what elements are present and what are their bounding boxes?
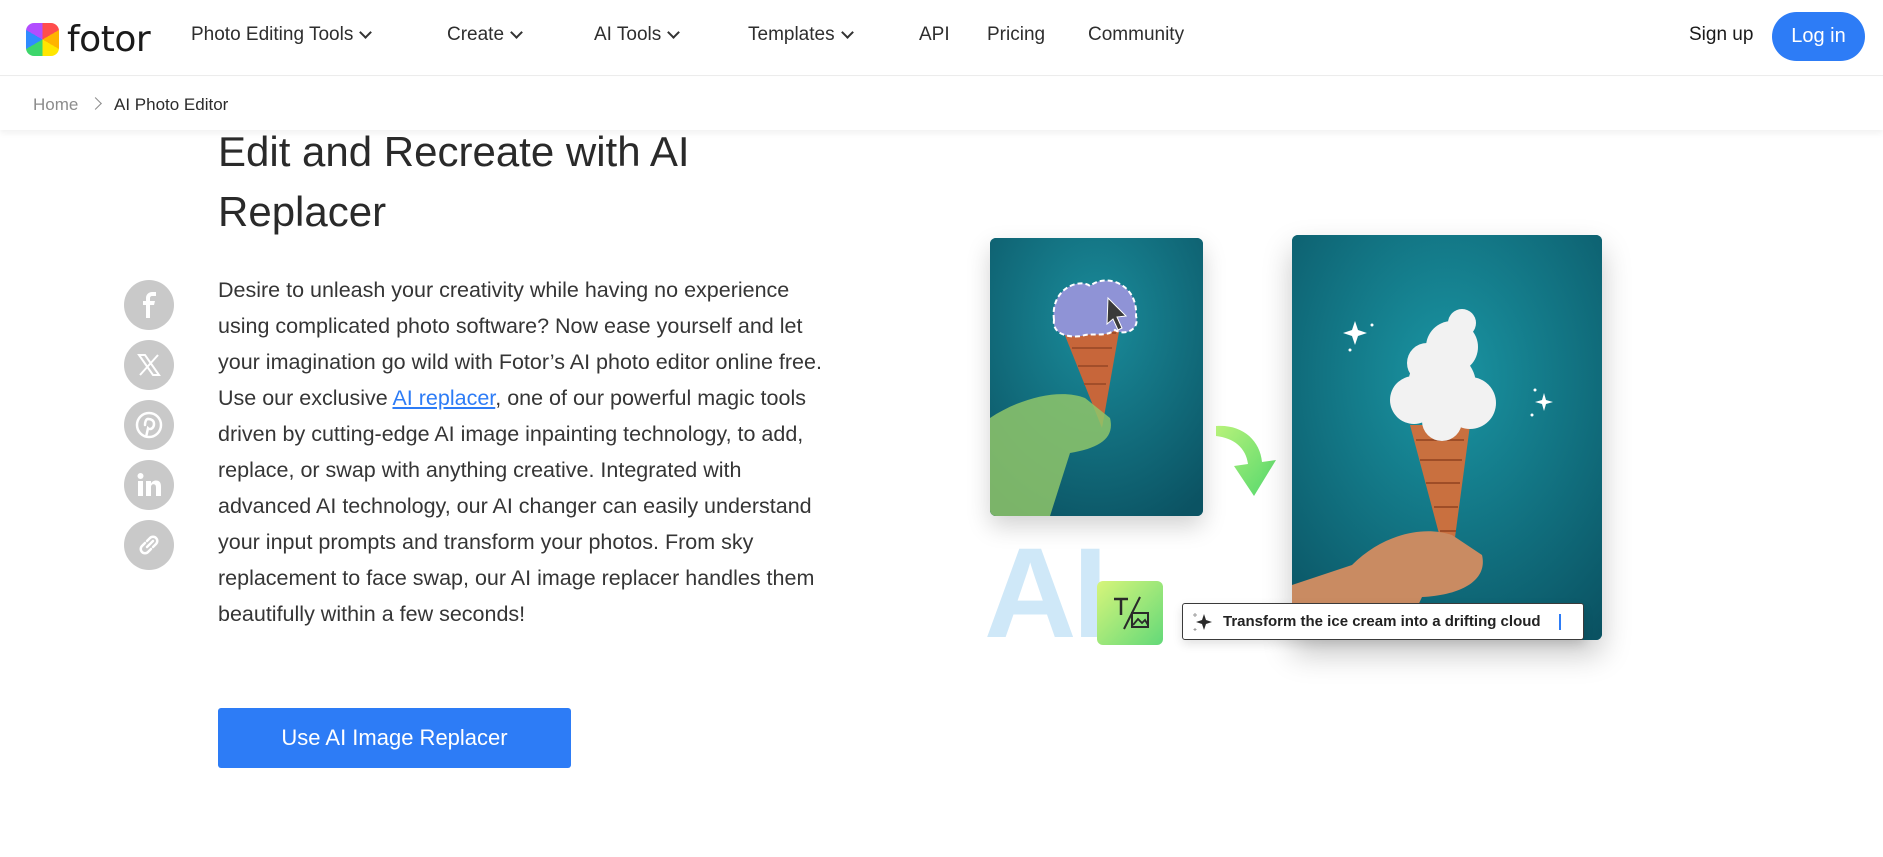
- x-share-button[interactable]: [124, 340, 174, 390]
- x-twitter-icon: [137, 354, 161, 376]
- log-in-button[interactable]: Log in: [1772, 12, 1865, 61]
- linkedin-share-button[interactable]: [124, 460, 174, 510]
- pinterest-share-button[interactable]: [124, 400, 174, 450]
- ice-cream-after-graphic: [1292, 235, 1602, 640]
- nav-label: Community: [1088, 24, 1185, 45]
- copy-link-icon: [139, 535, 159, 555]
- sign-up-link[interactable]: Sign up: [1689, 24, 1753, 46]
- ai-watermark-text: AI: [984, 522, 1108, 665]
- nav-label: Create: [447, 24, 505, 45]
- use-ai-image-replacer-button[interactable]: Use AI Image Replacer: [218, 708, 571, 768]
- fotor-logo-icon: [26, 23, 59, 56]
- top-navigation: fotor Photo Editing Tools Create AI Tool…: [0, 0, 1883, 76]
- chevron-down-icon: [840, 26, 854, 39]
- chevron-down-icon: [359, 26, 373, 39]
- breadcrumb-home-link[interactable]: Home: [33, 95, 78, 115]
- nav-item-api[interactable]: API: [919, 24, 950, 46]
- nav-label: API: [919, 24, 950, 45]
- brand-name: fotor: [67, 19, 151, 60]
- ice-cream-before-graphic: [990, 238, 1203, 516]
- breadcrumb-current: AI Photo Editor: [114, 95, 229, 114]
- chevron-right-icon: [89, 97, 102, 110]
- nav-item-community[interactable]: Community: [1088, 24, 1184, 46]
- description-text-end: , one of our powerful magic tools driven…: [218, 386, 815, 626]
- nav-label: Templates: [748, 24, 835, 45]
- text-to-image-icon: [1097, 581, 1163, 645]
- fotor-logo[interactable]: fotor: [26, 19, 151, 60]
- nav-label: AI Tools: [594, 24, 662, 45]
- hero-description: Desire to unleash your creativity while …: [218, 272, 838, 632]
- ai-replacer-illustration: AI Transform the ice cream into a drifti…: [980, 230, 1620, 670]
- sparkle-icon: [1193, 612, 1212, 631]
- copy-link-button[interactable]: [124, 520, 174, 570]
- prompt-text: Transform the ice cream into a drifting …: [1223, 613, 1541, 630]
- nav-item-ai-tools[interactable]: AI Tools: [594, 24, 681, 46]
- pinterest-icon: [135, 411, 163, 439]
- nav-label: Pricing: [987, 24, 1046, 45]
- nav-item-photo-editing-tools[interactable]: Photo Editing Tools: [191, 24, 373, 46]
- facebook-share-button[interactable]: [124, 280, 174, 330]
- chevron-down-icon: [667, 26, 681, 39]
- nav-item-pricing[interactable]: Pricing: [987, 24, 1045, 46]
- linkedin-icon: [137, 473, 161, 496]
- curved-arrow-icon: [1216, 425, 1276, 496]
- nav-label: Photo Editing Tools: [191, 24, 354, 45]
- text-image-glyph: [1114, 596, 1149, 630]
- chevron-down-icon: [510, 26, 523, 39]
- before-image: [990, 238, 1203, 516]
- page-title: Edit and Recreate with AI Replacer: [218, 128, 690, 235]
- after-image: [1292, 235, 1602, 640]
- nav-item-create[interactable]: Create: [447, 24, 523, 46]
- ai-replacer-link[interactable]: AI replacer: [392, 386, 495, 410]
- prompt-input[interactable]: Transform the ice cream into a drifting …: [1182, 603, 1584, 640]
- nav-item-templates[interactable]: Templates: [748, 24, 854, 46]
- facebook-icon: [143, 292, 156, 318]
- text-caret: [1558, 613, 1561, 630]
